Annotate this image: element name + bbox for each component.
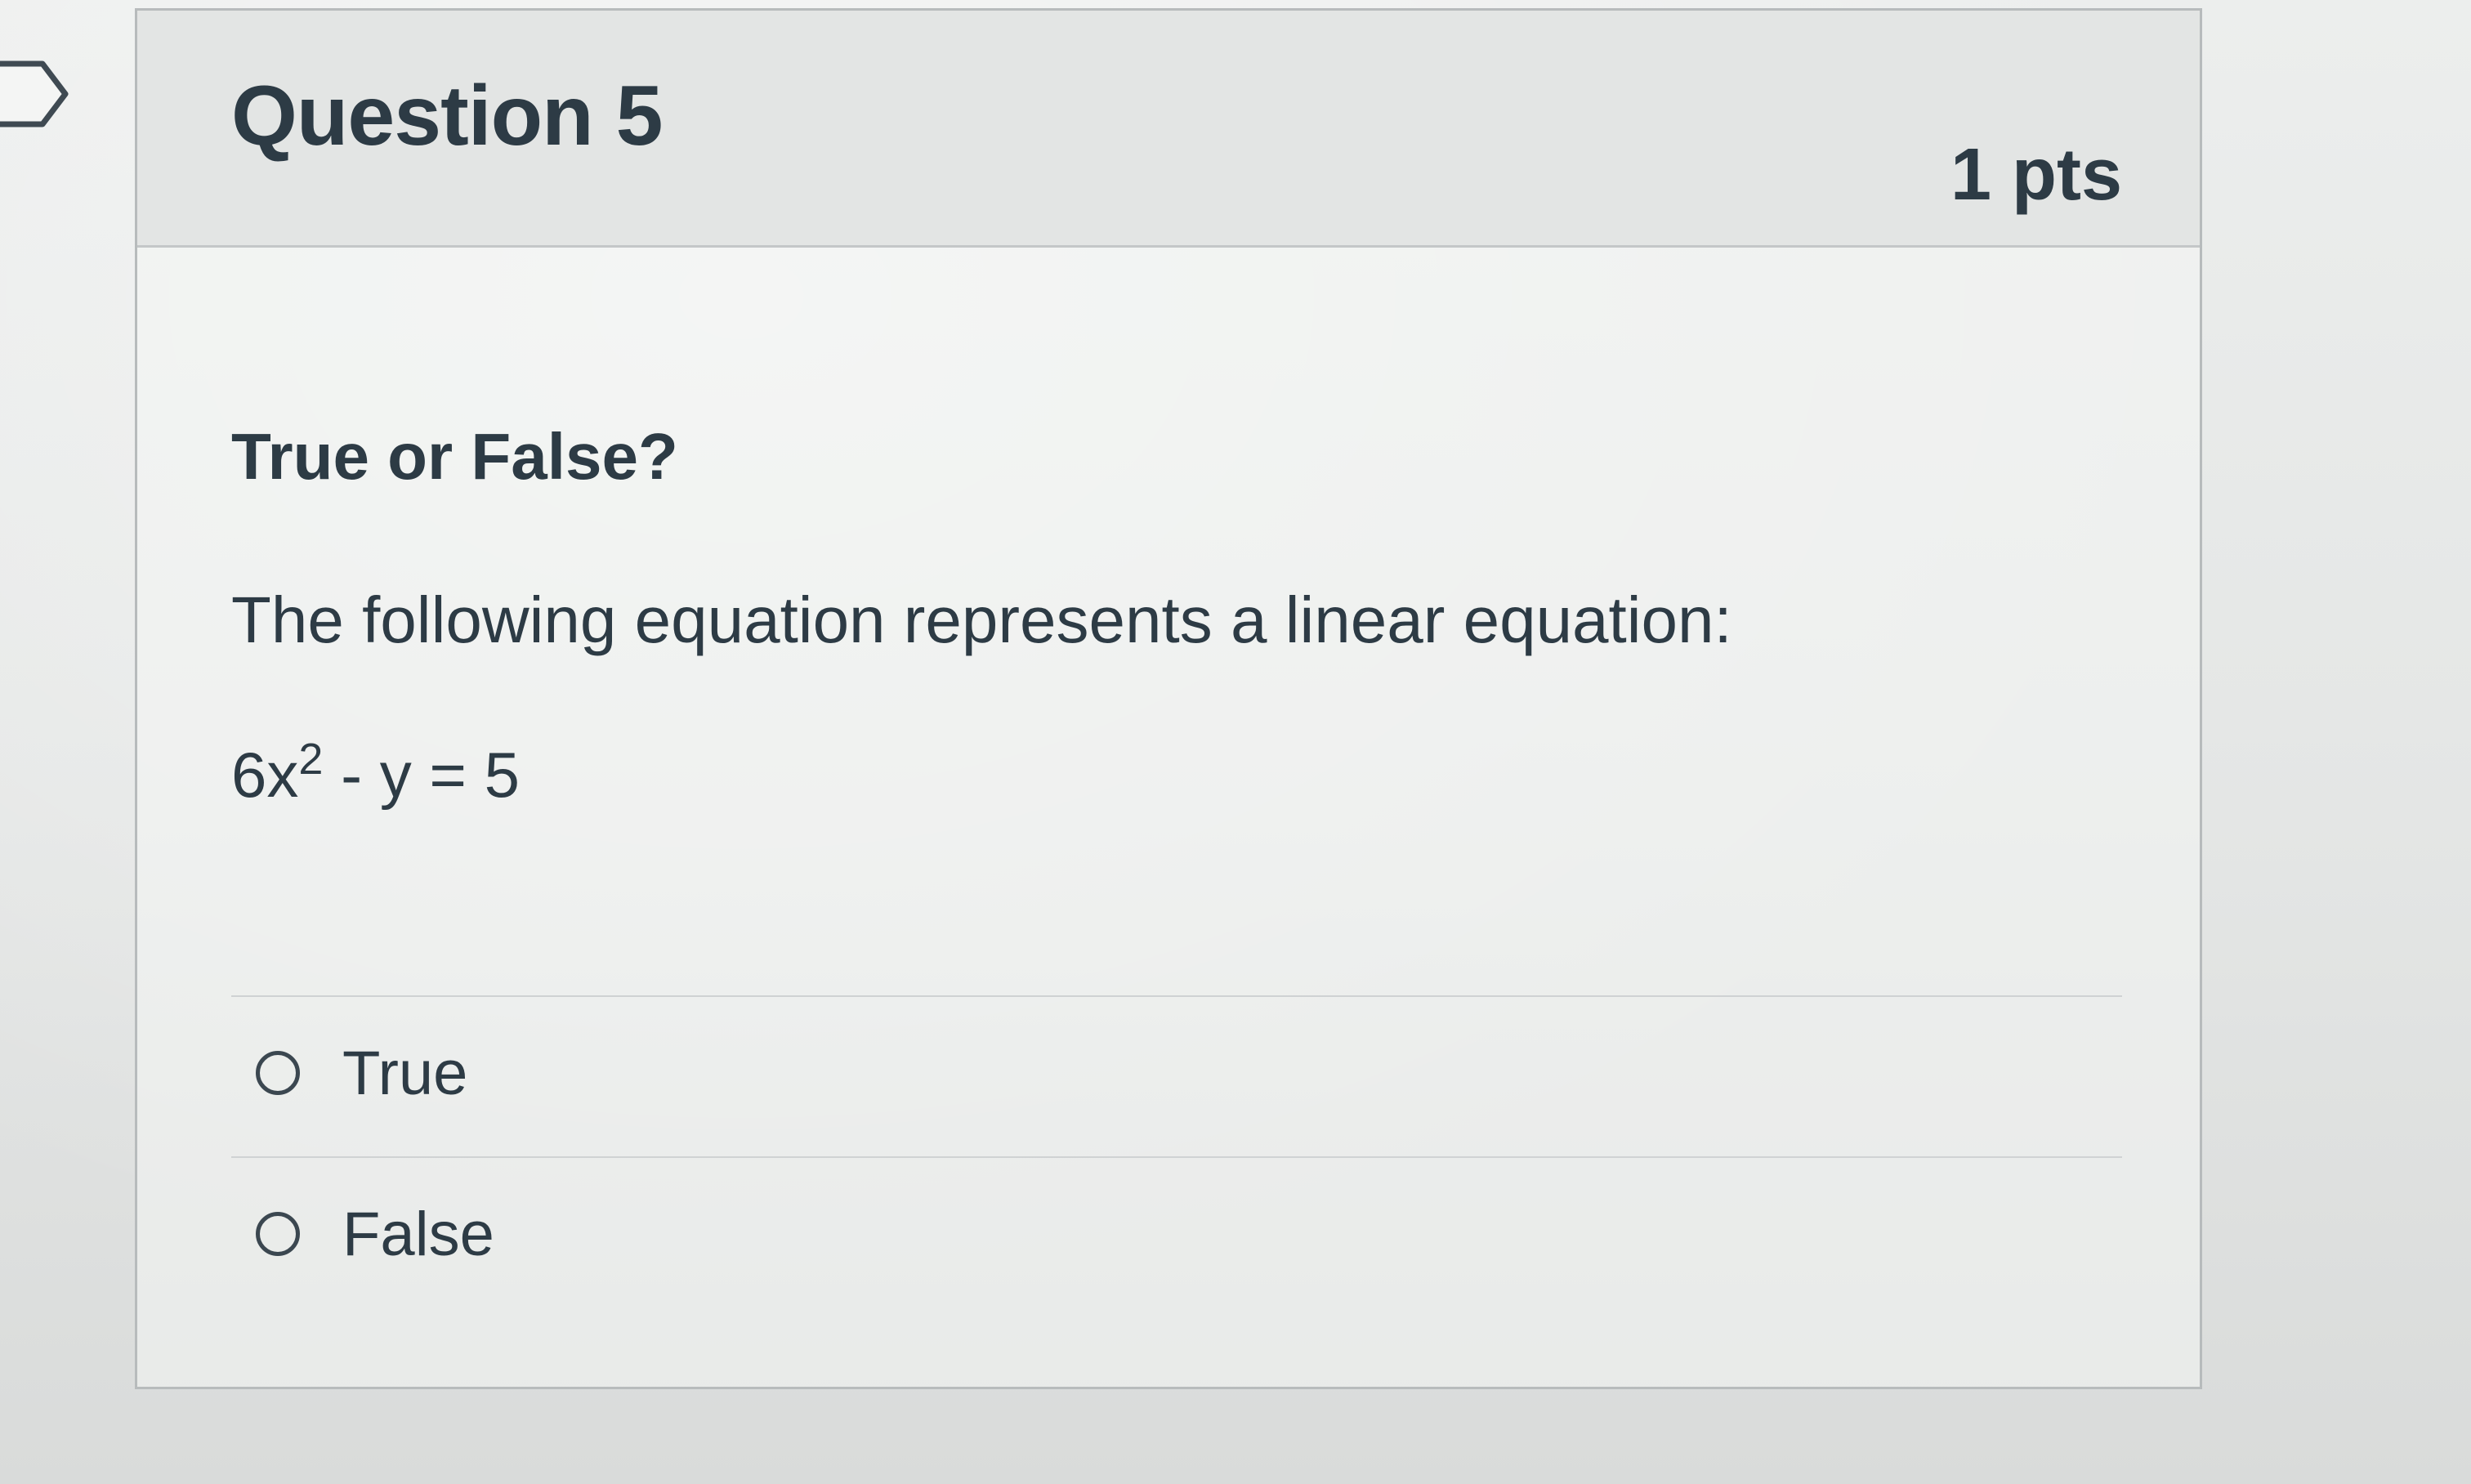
flag-question-icon[interactable]: [0, 59, 82, 129]
equation-exponent: 2: [298, 735, 324, 784]
question-points: 1 pts: [1950, 134, 2122, 216]
answer-label: False: [342, 1199, 494, 1269]
answers-divider-middle: [231, 1156, 2122, 1158]
question-card: Question 5 1 pts True or False? The foll…: [135, 8, 2202, 1389]
radio-unchecked-icon[interactable]: [256, 1212, 300, 1256]
answer-option-true[interactable]: True: [256, 1028, 467, 1118]
equation-rest: - y = 5: [323, 739, 521, 811]
quiz-screen: Question 5 1 pts True or False? The foll…: [0, 0, 2471, 1484]
radio-unchecked-icon[interactable]: [256, 1051, 300, 1095]
prompt-text: The following equation represents a line…: [231, 583, 1732, 656]
equation: 6x2 - y = 5: [231, 735, 521, 812]
answer-option-false[interactable]: False: [256, 1189, 494, 1279]
equation-base: 6x: [231, 739, 299, 811]
question-title: Question 5: [231, 69, 663, 163]
question-header: Question 5 1 pts: [137, 11, 2200, 248]
answer-label: True: [342, 1038, 468, 1108]
prompt-heading: True or False?: [231, 420, 678, 493]
answers-divider-top: [231, 995, 2122, 997]
